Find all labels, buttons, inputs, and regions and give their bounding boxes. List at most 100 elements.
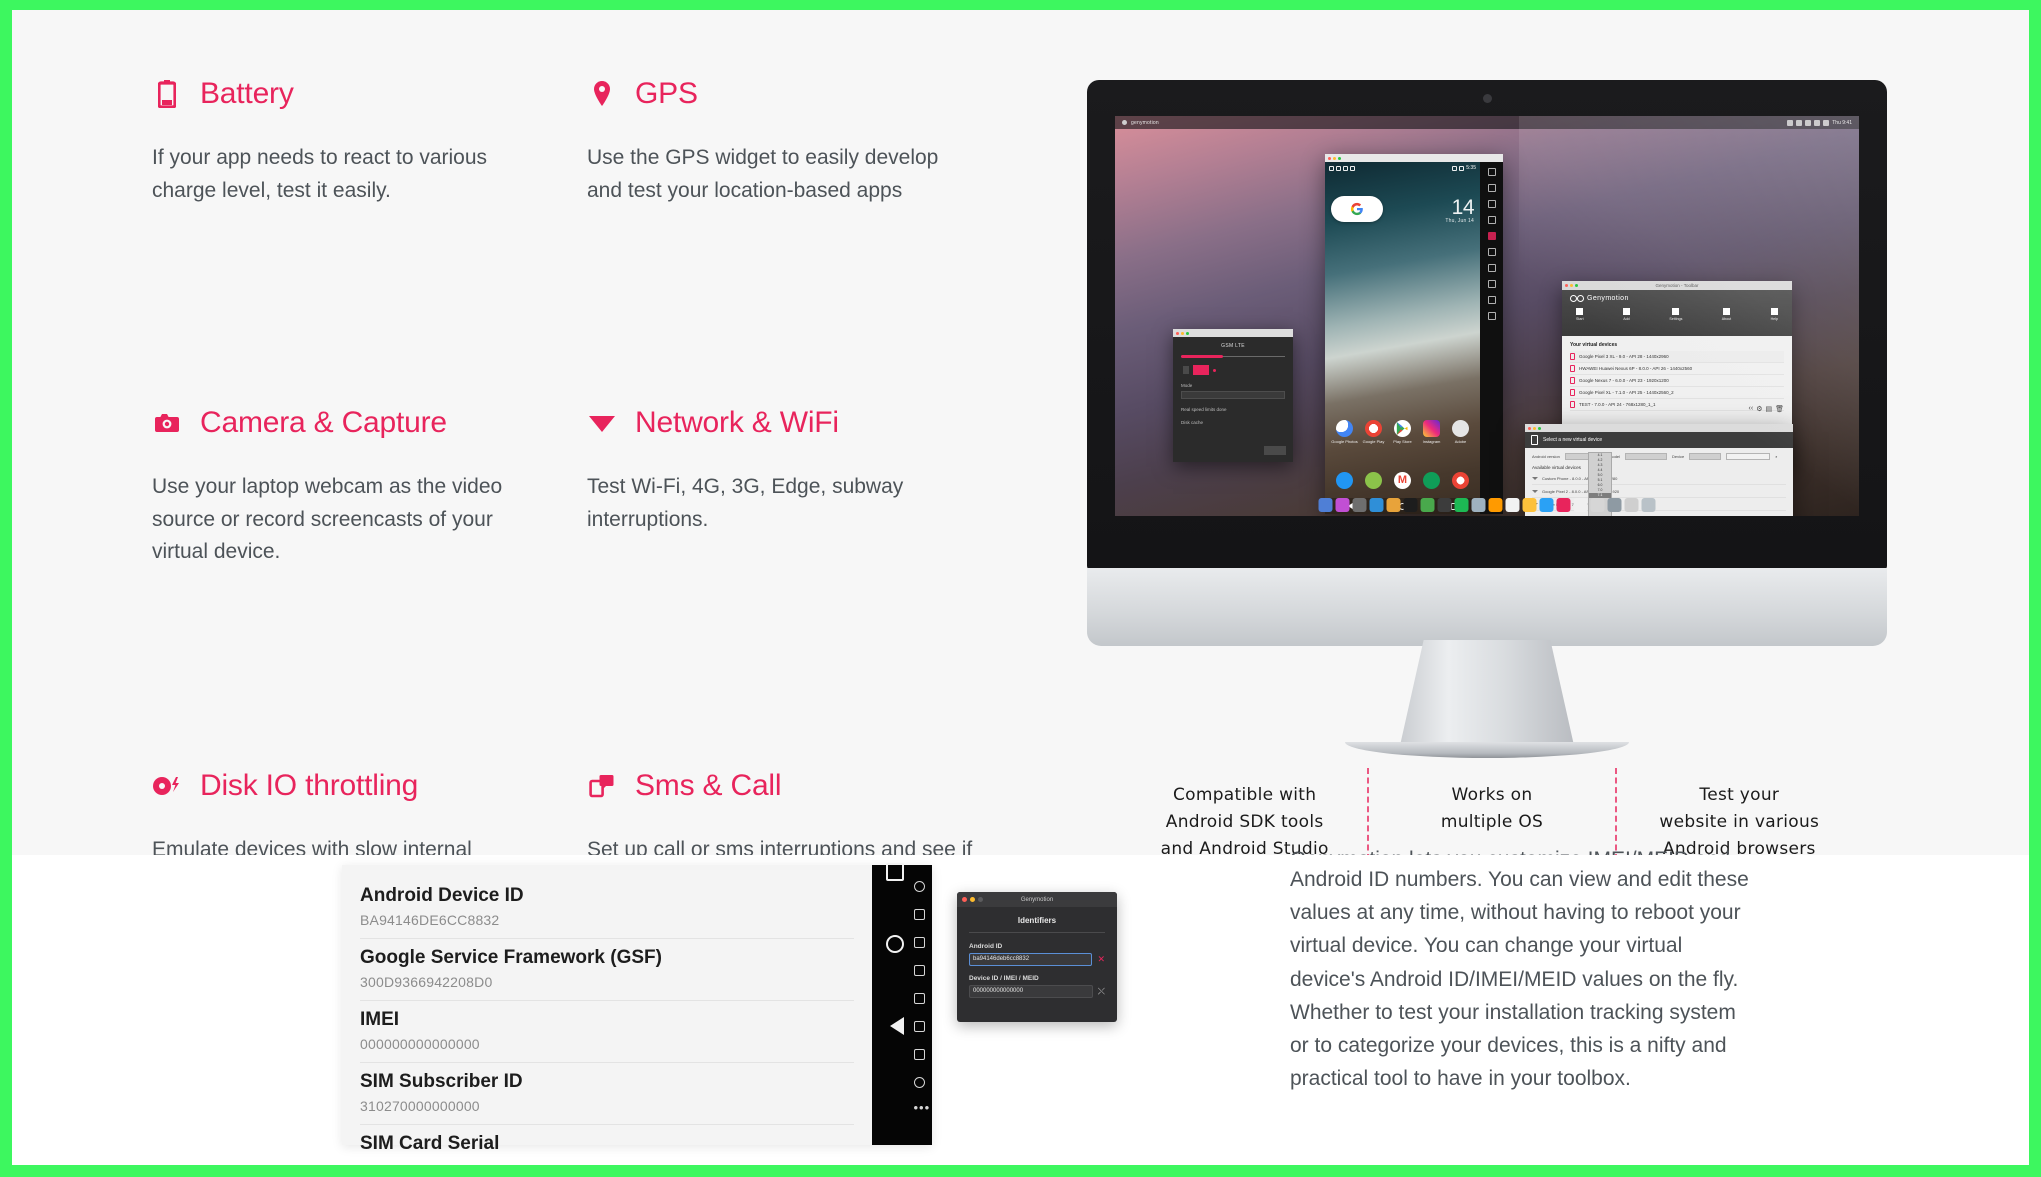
tool-gps-icon[interactable] <box>1487 184 1496 192</box>
identifier-row[interactable]: IMEI 000000000000000 <box>360 1001 854 1063</box>
battery-widget-window[interactable]: GSM LTE Mode Real speed limits done Disk… <box>1173 329 1293 462</box>
toolbar-help[interactable]: Help <box>1771 308 1778 321</box>
toolbar-settings[interactable]: Settings <box>1669 308 1682 321</box>
phone-tools-sidebar[interactable]: ••• <box>906 865 932 1145</box>
android-identifiers-list-mock[interactable]: Android Device ID BA94146DE6CC8832 Googl… <box>342 863 932 1154</box>
dock-icon-settings[interactable] <box>1352 498 1367 512</box>
app-icon-hangouts[interactable] <box>1423 472 1440 489</box>
tool-network-icon[interactable] <box>1487 248 1496 256</box>
tool-battery-icon[interactable] <box>1487 232 1496 240</box>
android-id-input[interactable]: ba94146deb6cc8832 <box>969 953 1093 966</box>
app-icon-phone[interactable] <box>1336 472 1353 489</box>
tool-sms-icon[interactable] <box>1487 296 1496 304</box>
identifier-row[interactable]: Google Service Framework (GSF) 300D93669… <box>360 939 854 1001</box>
device-row[interactable]: Google Pixel 3 XL - 9.0 - API 28 - 1440x… <box>1570 351 1784 363</box>
edit-icon[interactable]: ▤ <box>1765 405 1772 413</box>
search-input[interactable] <box>1726 453 1771 460</box>
dock-icon-trash[interactable] <box>1641 498 1656 512</box>
tool-power-icon[interactable] <box>913 1077 925 1088</box>
x-clear-icon[interactable]: ✕ <box>1097 955 1105 964</box>
settings-icon[interactable]: ⚙ <box>1756 405 1762 413</box>
tool-more-icon[interactable]: ••• <box>914 1101 930 1116</box>
android-navbar[interactable]: ••• <box>872 863 932 1145</box>
battery-mode-select[interactable] <box>1181 391 1285 399</box>
tool-fullscreen-icon[interactable] <box>1487 312 1496 320</box>
mac-dock[interactable] <box>1315 496 1660 514</box>
tool-gps-icon[interactable] <box>913 881 925 892</box>
device-row[interactable]: Google Pixel XL - 7.1.0 - API 25 - 1440x… <box>1570 387 1784 399</box>
filter-device-model-select[interactable] <box>1625 453 1668 460</box>
dock-icon-sketch-app[interactable] <box>1505 498 1520 512</box>
device-row[interactable]: Google Nexus 7 - 6.0.0 - API 23 - 1920x1… <box>1570 375 1784 387</box>
google-search-widget[interactable] <box>1331 196 1383 222</box>
imac-body: genymotion Thu 9:41 GSM LTE Mode Real sp… <box>1087 80 1887 570</box>
toolbar-start[interactable]: Start <box>1576 308 1584 321</box>
dock-icon-launchpad[interactable] <box>1335 498 1350 512</box>
dock-icon-terminal[interactable] <box>1403 498 1418 512</box>
filter-device-select[interactable] <box>1689 453 1722 460</box>
tool-rotate-icon[interactable] <box>913 965 925 976</box>
app-icon-messages[interactable] <box>1365 472 1382 489</box>
shuffle-icon[interactable]: ⤬ <box>1098 987 1105 996</box>
dock-icon-downloads[interactable] <box>1624 498 1639 512</box>
tool-camera-icon[interactable] <box>1487 216 1496 224</box>
dock-icon-app[interactable] <box>1437 498 1452 512</box>
nav-home-icon[interactable] <box>886 935 904 953</box>
app-icon-play-store[interactable]: Play Store <box>1393 420 1412 444</box>
device-actions[interactable]: ‹‹ ⚙ ▤ 🗑 <box>1749 405 1784 413</box>
tool-disk-icon[interactable] <box>913 993 925 1004</box>
dock-icon-preview[interactable] <box>1471 498 1486 512</box>
battery-checkbox-label[interactable]: Disk cache <box>1181 420 1285 425</box>
nav-back-icon[interactable] <box>886 1017 904 1035</box>
dock-icon-finder[interactable] <box>1318 498 1333 512</box>
dock-icon-spotify[interactable] <box>1454 498 1469 512</box>
filter-android-version-select[interactable] <box>1564 453 1591 460</box>
app-icon-google-play[interactable]: Google Play <box>1363 420 1384 444</box>
app-icon-chrome[interactable] <box>1452 472 1469 489</box>
device-id-input[interactable]: 000000000000000 <box>969 985 1093 998</box>
tool-move-icon[interactable] <box>913 937 925 948</box>
dock-icon-chrome[interactable] <box>1420 498 1435 512</box>
app-icon-adobe[interactable]: Adobe <box>1452 420 1469 444</box>
dock-icon-files[interactable] <box>1607 498 1622 512</box>
dock-icon-safari[interactable] <box>1369 498 1384 512</box>
tool-screenshot-icon[interactable] <box>913 1049 925 1060</box>
dock-icon-genymotion-shell[interactable] <box>1573 498 1588 512</box>
tool-rotate-icon[interactable] <box>1487 200 1496 208</box>
dock-icon-illustrator[interactable] <box>1488 498 1503 512</box>
tool-share-icon[interactable] <box>1487 280 1496 288</box>
identifier-row[interactable]: Android Device ID BA94146DE6CC8832 <box>360 877 854 939</box>
feature-network: Network & WiFi Test Wi-Fi, 4G, 3G, Edge,… <box>587 399 1022 569</box>
disk-io-icon <box>152 769 182 803</box>
identifier-row[interactable]: SIM Card Serial <box>360 1125 854 1165</box>
tool-camera-icon[interactable] <box>913 909 925 920</box>
camera-icon <box>152 406 182 440</box>
dock-icon-notes[interactable] <box>1590 498 1605 512</box>
battery-close-button[interactable] <box>1264 446 1286 455</box>
app-icon-instagram[interactable]: Instagram <box>1423 420 1440 444</box>
status-icon <box>1787 119 1794 126</box>
dock-icon-calendar[interactable] <box>1386 498 1401 512</box>
delete-icon[interactable]: 🗑 <box>1775 405 1784 413</box>
toolbar-about[interactable]: About <box>1722 308 1731 321</box>
android-screen[interactable]: 5:35 14 Thu, Jun 14 Google Photos Google… <box>1325 162 1480 514</box>
nav-recents-icon[interactable] <box>886 863 904 881</box>
available-device-row[interactable]: Custom Phone - 8.0.0 - API 26 - 768x1280 <box>1532 472 1786 485</box>
battery-field-label: Mode <box>1181 383 1193 388</box>
android-phone-window[interactable]: 5:35 14 Thu, Jun 14 Google Photos Google… <box>1325 154 1503 514</box>
battery-level-slider[interactable] <box>1181 355 1285 358</box>
tool-volume-icon[interactable] <box>1487 168 1496 176</box>
tool-disk-icon[interactable] <box>1487 264 1496 272</box>
toolbar-add[interactable]: Add <box>1622 308 1630 321</box>
genymotion-identifiers-window[interactable]: Genymotion Identifiers Android ID ba9414… <box>957 892 1117 1022</box>
identifier-row[interactable]: SIM Subscriber ID 310270000000000 <box>360 1063 854 1125</box>
device-row[interactable]: HWAWEI Huawei Nexus 6P - 8.0.0 - API 26 … <box>1570 363 1784 375</box>
back-icon[interactable]: ‹‹ <box>1749 405 1754 413</box>
dock-icon-genymotion[interactable] <box>1556 498 1571 512</box>
phone-tools-sidebar[interactable] <box>1480 162 1503 514</box>
dock-icon-sketch[interactable] <box>1522 498 1537 512</box>
dock-icon-photoshop[interactable] <box>1539 498 1554 512</box>
app-icon-gmail[interactable]: M <box>1394 472 1411 489</box>
app-icon-photos[interactable]: Google Photos <box>1331 420 1358 444</box>
tool-sms-icon[interactable] <box>913 1021 925 1032</box>
